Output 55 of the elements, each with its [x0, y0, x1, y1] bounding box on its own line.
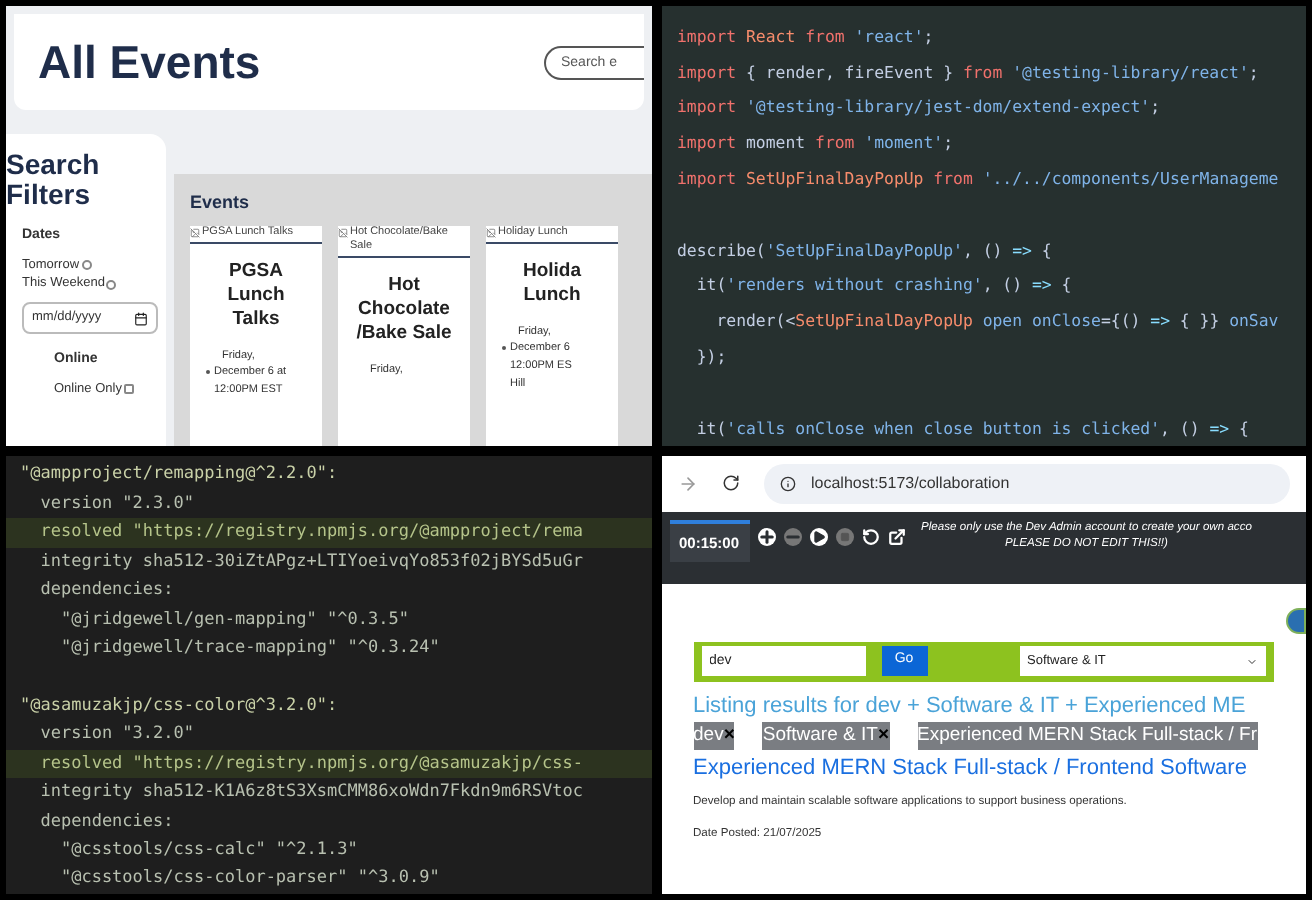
- code-line: import SetUpFinalDayPopUp from '../../components/UserManageme: [677, 165, 1279, 191]
- calendar-icon[interactable]: [134, 311, 148, 325]
- event-title: Holida Lunch: [520, 259, 584, 307]
- code-line: render(<SetUpFinalDayPopUp open onClose={() => { }} onSav: [714, 308, 1279, 333]
- code-line: "@jridgewell/gen-mapping" "^0.3.5": [58, 607, 409, 633]
- code-line: "@jridgewell/trace-mapping" "^0.3.24": [58, 635, 440, 662]
- code-line: resolved "https://registry.npmjs.org/@ampproject/rema: [38, 520, 583, 546]
- code-line: });: [694, 343, 727, 369]
- broken-image-icon: [190, 227, 200, 237]
- results-heading: Listing results for dev + Software & IT + Experienced ME: [693, 691, 1248, 721]
- code-line: "@asamuzakjp/css-color@^3.2.0":: [20, 693, 338, 720]
- filter-tag[interactable]: dev×: [693, 722, 735, 750]
- play-icon[interactable]: [809, 527, 828, 545]
- event-title: Hot Chocolate /Bake Sale: [354, 273, 454, 345]
- code-line: import moment from 'moment';: [677, 130, 954, 155]
- code-line: import React from 'react';: [677, 23, 934, 49]
- filter-tag[interactable]: Experienced MERN Stack Full-stack / Fr: [917, 722, 1258, 750]
- checkbox[interactable]: [123, 383, 134, 394]
- broken-image-icon: [338, 227, 348, 237]
- address-bar[interactable]: localhost:5173/collaboration: [763, 463, 1290, 503]
- minus-icon[interactable]: [783, 527, 802, 545]
- code-line: it('renders without crashing', () => {: [694, 272, 1072, 298]
- code-line: dependencies:: [38, 809, 174, 835]
- job-title-link[interactable]: Experienced MERN Stack Full-stack / Frontend Software: [693, 752, 1274, 785]
- code-line: "@csstools/css-calc" "^2.1.3": [58, 838, 358, 864]
- globe-logo-icon: [1286, 607, 1306, 633]
- filter-tag[interactable]: Software & IT×: [762, 722, 890, 750]
- events-heading: Events: [190, 190, 252, 216]
- reload-icon[interactable]: [721, 474, 739, 492]
- code-line: describe('SetUpFinalDayPopUp', () => {: [677, 237, 1052, 262]
- radio-button[interactable]: [106, 279, 117, 290]
- code-line: integrity sha512-K1A6z8tS3XsmCMM86xoWdn7Fkdn9m6RSVtoc: [38, 780, 583, 806]
- reset-icon[interactable]: [861, 527, 880, 545]
- url-text: localhost:5173/collaboration: [811, 471, 1010, 495]
- stop-icon[interactable]: [835, 527, 854, 545]
- code-line: version "2.3.0": [38, 491, 194, 518]
- code-line: it('calls onClose when close button is clicked', () => {: [694, 415, 1249, 440]
- forward-icon[interactable]: [677, 473, 697, 493]
- code-line: integrity sha512-30iZtAPgz+LTIYoeivqYo853f02jBYSd5uGr: [38, 549, 583, 575]
- code-line: "@csstools/css-color-parser" "^3.0.9": [58, 866, 440, 893]
- code-line: import { render, fireEvent } from '@testing-library/react';: [677, 59, 1259, 84]
- filters-title: Search Filters: [6, 150, 102, 210]
- code-line: resolved "https://registry.npmjs.org/@asamuzakjp/css-: [38, 751, 583, 777]
- chevron-down-icon: [1246, 655, 1258, 667]
- code-line: import '@testing-library/jest-dom/extend-expect';: [677, 94, 1161, 120]
- event-title: PGSA Lunch Talks: [225, 259, 287, 331]
- code-line: dependencies:: [38, 578, 174, 604]
- info-icon: [779, 475, 795, 491]
- broken-image-icon: [486, 227, 496, 237]
- radio-button[interactable]: [81, 259, 92, 270]
- external-link-icon[interactable]: [887, 527, 906, 545]
- plus-icon[interactable]: [757, 527, 776, 545]
- page-title: All Events: [38, 33, 261, 92]
- code-line: version "3.2.0": [38, 722, 194, 749]
- code-line: "@ampproject/remapping@^2.2.0":: [20, 462, 338, 489]
